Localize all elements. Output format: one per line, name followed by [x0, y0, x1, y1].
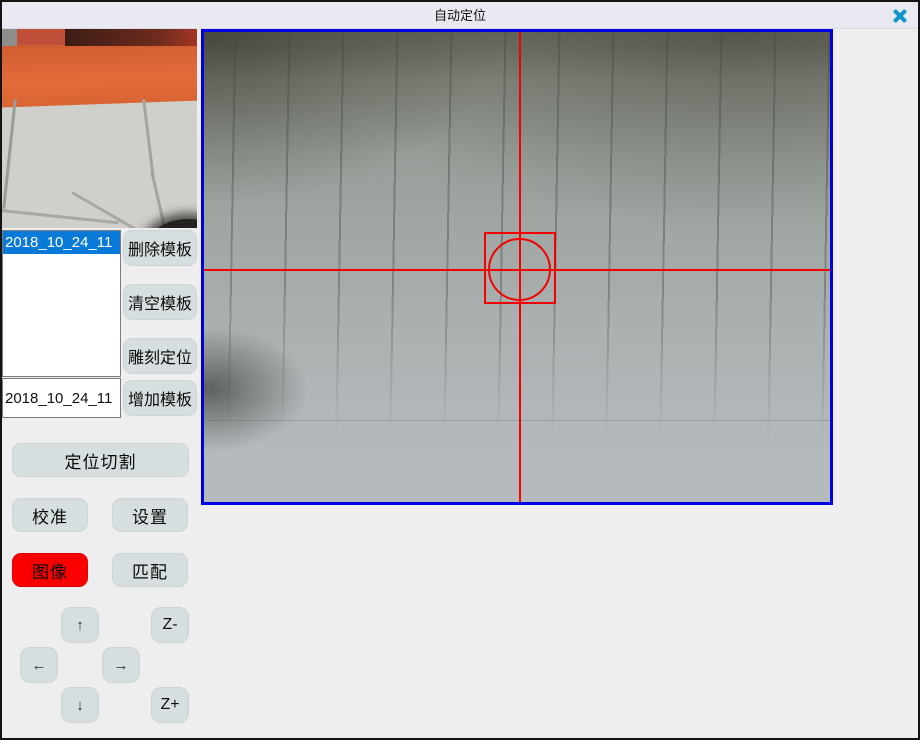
settings-button[interactable]: 设置 — [112, 498, 188, 532]
jog-left-button[interactable]: ← — [20, 647, 58, 683]
auto-position-dialog: 自动定位 2018_10_24_11 删除模板 清空模板 雕刻定位 增加模板 定… — [0, 0, 920, 740]
match-button[interactable]: 匹配 — [112, 553, 188, 587]
position-cut-button[interactable]: 定位切割 — [12, 443, 189, 477]
calibrate-button[interactable]: 校准 — [12, 498, 88, 532]
match-region-circle — [488, 238, 551, 301]
thumb-gray-corner — [2, 29, 17, 46]
dialog-title: 自动定位 — [2, 2, 918, 29]
camera-view — [201, 29, 833, 505]
jog-right-button[interactable]: → — [102, 647, 140, 683]
close-icon[interactable] — [890, 6, 910, 26]
jog-z-plus-button[interactable]: Z+ — [151, 687, 189, 723]
thumb-dark-strip — [65, 29, 197, 46]
thumb-tile-groutline — [150, 171, 166, 228]
delete-template-button[interactable]: 删除模板 — [123, 230, 197, 266]
clear-templates-button[interactable]: 清空模板 — [123, 284, 197, 320]
add-template-button[interactable]: 增加模板 — [123, 380, 197, 416]
template-preview-image — [2, 29, 197, 228]
engrave-position-button[interactable]: 雕刻定位 — [123, 338, 197, 374]
thumb-dark-object — [144, 219, 197, 228]
titlebar: 自动定位 — [2, 2, 918, 29]
jog-z-minus-button[interactable]: Z- — [151, 607, 189, 643]
thumb-tile-groutline — [142, 99, 155, 179]
thumb-tile-groutline — [2, 99, 16, 209]
jog-up-button[interactable]: ↑ — [61, 607, 99, 643]
template-name-field[interactable] — [2, 378, 121, 418]
thumb-orange-tab — [17, 29, 65, 45]
thumb-orange-beam — [2, 38, 197, 107]
jog-down-button[interactable]: ↓ — [61, 687, 99, 723]
image-mode-button[interactable]: 图像 — [12, 553, 88, 587]
template-list[interactable]: 2018_10_24_11 — [2, 230, 121, 377]
template-list-item[interactable]: 2018_10_24_11 — [3, 231, 120, 254]
ceiling-panel-seam — [204, 420, 830, 421]
